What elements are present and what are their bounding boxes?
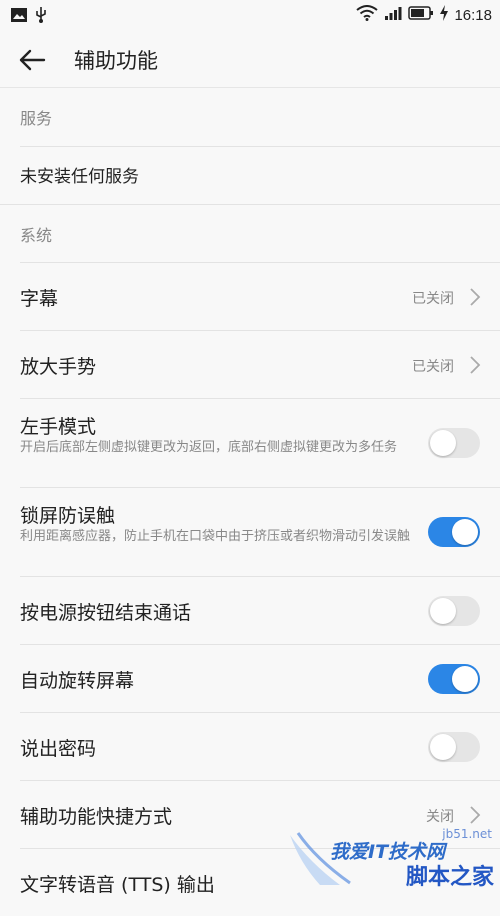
signal-icon [384, 5, 402, 25]
toggle-knob [430, 734, 456, 760]
toggle-knob [430, 430, 456, 456]
toggle-knob [430, 598, 456, 624]
settings-list: 服务 未安装任何服务 系统 字幕 已关闭 放大手势 已关闭 左手模式 开启后底部… [0, 88, 500, 916]
list-item-auto-rotate: 自动旋转屏幕 [20, 644, 500, 712]
usb-icon [34, 6, 48, 28]
lock-screen-anti-touch-description: 利用距离感应器，防止手机在口袋中由于挤压或者织物滑动引发误触 [20, 529, 411, 544]
status-time: 16:18 [454, 6, 492, 24]
left-hand-mode-toggle[interactable] [428, 428, 480, 458]
chevron-right-icon [468, 287, 482, 307]
chevron-right-icon [468, 805, 482, 825]
watermark-text-2: 脚本之家 [405, 865, 494, 890]
list-item-label: 未安装任何服务 [20, 167, 139, 187]
lock-screen-anti-touch-label: 锁屏防误触 [20, 505, 116, 527]
image-icon [10, 7, 28, 27]
chevron-right-icon [468, 355, 482, 375]
list-item-captions[interactable]: 字幕 已关闭 [20, 262, 500, 330]
battery-icon [408, 5, 434, 25]
app-bar: 辅助功能 [0, 32, 500, 88]
section-header-services: 服务 [20, 109, 53, 128]
section-header-system: 系统 [0, 204, 500, 262]
list-item-no-services: 未安装任何服务 [20, 146, 500, 204]
left-hand-mode-description: 开启后底部左侧虚拟键更改为返回，底部右侧虚拟键更改为多任务 [20, 440, 398, 455]
arrow-left-icon[interactable] [18, 46, 46, 74]
power-button-ends-call-label: 按电源按钮结束通话 [20, 602, 192, 624]
speak-passwords-toggle[interactable] [428, 732, 480, 762]
auto-rotate-toggle[interactable] [428, 664, 480, 694]
list-item-magnification[interactable]: 放大手势 已关闭 [20, 330, 500, 398]
magnification-value: 已关闭 [412, 359, 454, 375]
speak-passwords-label: 说出密码 [20, 738, 97, 760]
left-hand-mode-label: 左手模式 [20, 416, 97, 438]
toggle-knob [452, 666, 478, 692]
status-bar: 16:18 [0, 0, 500, 32]
list-item-left-hand-mode: 左手模式 开启后底部左侧虚拟键更改为返回，底部右侧虚拟键更改为多任务 [20, 398, 500, 487]
magnification-label: 放大手势 [20, 356, 97, 378]
watermark-text-3: jb51.net [442, 827, 492, 841]
list-item-power-button-ends-call: 按电源按钮结束通话 [20, 576, 500, 644]
tts-output-label: 文字转语音 (TTS) 输出 [20, 874, 215, 896]
list-item-speak-passwords: 说出密码 [20, 712, 500, 780]
captions-label: 字幕 [20, 288, 59, 310]
watermark-logo: 我爱IT技术网 jb51.net 脚本之家 [280, 823, 500, 890]
list-item-lock-screen-anti-touch: 锁屏防误触 利用距离感应器，防止手机在口袋中由于挤压或者织物滑动引发误触 [20, 487, 500, 576]
captions-value: 已关闭 [412, 291, 454, 307]
toggle-knob [452, 519, 478, 545]
shortcut-label: 辅助功能快捷方式 [20, 806, 173, 828]
wifi-icon [356, 5, 379, 25]
power-button-ends-call-toggle[interactable] [428, 596, 480, 626]
page-title: 辅助功能 [74, 49, 158, 73]
charging-icon [440, 5, 449, 25]
auto-rotate-label: 自动旋转屏幕 [20, 670, 135, 692]
lock-screen-anti-touch-toggle[interactable] [428, 517, 480, 547]
